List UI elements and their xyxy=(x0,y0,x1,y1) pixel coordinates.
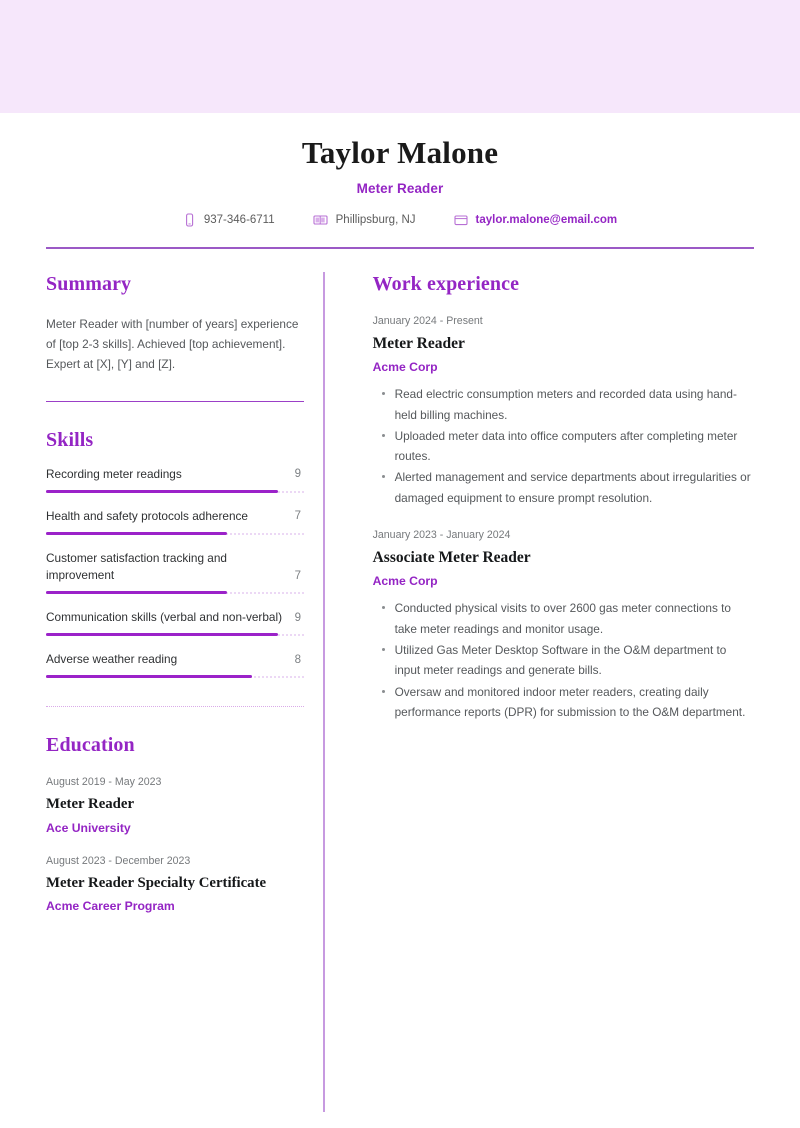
skill-item: Adverse weather reading 8 xyxy=(46,651,304,679)
work-bullet: Conducted physical visits to over 2600 g… xyxy=(381,598,754,639)
work-bullets: Read electric consumption meters and rec… xyxy=(373,384,754,508)
work-experience-heading: Work experience xyxy=(372,272,520,295)
work-title: Meter Reader xyxy=(372,334,465,352)
education-heading: Education xyxy=(46,734,135,757)
right-column: Work experience January 2024 - Present M… xyxy=(325,272,754,1112)
contact-location-text: Phillipsburg, NJ xyxy=(335,214,416,227)
summary-heading: Summary xyxy=(46,272,132,295)
header-divider xyxy=(46,247,754,249)
contact-location: Phillipsburg, NJ xyxy=(313,213,416,227)
work-experience-section: Work experience January 2024 - Present M… xyxy=(373,272,754,722)
resume-page: Taylor Malone Meter Reader 937-346-6711 xyxy=(0,113,800,1112)
skills-section: Skills Recording meter readings 9 Health… xyxy=(46,428,304,708)
education-title: Meter Reader Specialty Certificate xyxy=(46,874,267,891)
contact-row: 937-346-6711 Phillipsburg, NJ taylor.mal… xyxy=(46,213,754,227)
skill-item: Customer satisfaction tracking and impro… xyxy=(46,550,304,595)
education-org: Acme Career Program xyxy=(46,899,175,914)
contact-email-text[interactable]: taylor.malone@email.com xyxy=(476,214,618,226)
skill-score: 9 xyxy=(294,468,301,481)
work-bullet: Utilized Gas Meter Desktop Software in t… xyxy=(381,640,754,681)
education-date: August 2023 - December 2023 xyxy=(46,855,191,868)
skill-name: Adverse weather reading xyxy=(46,652,178,667)
skill-bar xyxy=(46,675,304,679)
skill-name: Health and safety protocols adherence xyxy=(46,509,248,524)
education-item: August 2023 - December 2023 Meter Reader… xyxy=(46,854,301,915)
skill-bar-fill xyxy=(46,633,279,637)
education-date: August 2019 - May 2023 xyxy=(46,776,162,789)
work-item: January 2024 - Present Meter Reader Acme… xyxy=(373,314,754,508)
envelope-icon xyxy=(453,213,468,227)
education-item: August 2019 - May 2023 Meter Reader Ace … xyxy=(46,775,301,836)
education-title: Meter Reader xyxy=(46,796,135,813)
resume-columns: Summary Meter Reader with [number of yea… xyxy=(46,271,754,1112)
skill-bar-fill xyxy=(46,532,227,536)
skill-score: 9 xyxy=(294,611,301,624)
work-date: January 2024 - Present xyxy=(372,314,483,327)
skills-divider xyxy=(46,706,304,708)
skill-item: Health and safety protocols adherence 7 xyxy=(46,508,304,536)
skill-bar xyxy=(46,532,304,536)
skills-list: Recording meter readings 9 Health and sa… xyxy=(46,466,304,679)
education-section: Education August 2019 - May 2023 Meter R… xyxy=(46,733,301,914)
work-date: January 2023 - January 2024 xyxy=(372,528,511,541)
work-title: Associate Meter Reader xyxy=(372,548,531,566)
left-column: Summary Meter Reader with [number of yea… xyxy=(46,272,323,1112)
skill-name: Communication skills (verbal and non-ver… xyxy=(46,610,283,625)
candidate-name: Taylor Malone xyxy=(301,135,499,170)
contact-phone: 937-346-6711 xyxy=(183,213,275,227)
skill-score: 7 xyxy=(294,569,301,582)
map-icon xyxy=(313,213,328,227)
work-bullet: Alerted management and service departmen… xyxy=(381,467,754,508)
summary-text: Meter Reader with [number of years] expe… xyxy=(46,316,299,372)
skill-score: 8 xyxy=(294,653,301,666)
skill-bar xyxy=(46,591,304,595)
work-item: January 2023 - January 2024 Associate Me… xyxy=(373,528,754,722)
skill-score: 7 xyxy=(294,510,301,523)
work-bullet: Oversaw and monitored indoor meter reade… xyxy=(381,682,754,723)
skill-item: Communication skills (verbal and non-ver… xyxy=(46,609,304,637)
skill-name: Customer satisfaction tracking and impro… xyxy=(46,551,227,583)
contact-email[interactable]: taylor.malone@email.com xyxy=(453,213,618,227)
phone-icon xyxy=(183,213,196,227)
summary-section: Summary Meter Reader with [number of yea… xyxy=(46,272,304,402)
resume-header: Taylor Malone Meter Reader 937-346-6711 xyxy=(46,113,754,249)
skill-bar-fill xyxy=(46,490,279,494)
skill-item: Recording meter readings 9 xyxy=(46,466,304,494)
skill-name: Recording meter readings xyxy=(46,466,182,481)
skills-heading: Skills xyxy=(46,428,94,451)
work-org: Acme Corp xyxy=(372,574,438,588)
summary-divider xyxy=(46,400,304,402)
top-banner xyxy=(0,0,800,113)
candidate-job-title: Meter Reader xyxy=(356,181,444,197)
skill-bar xyxy=(46,633,304,637)
skill-bar-fill xyxy=(46,591,227,595)
work-bullet: Read electric consumption meters and rec… xyxy=(381,384,754,425)
work-bullet: Uploaded meter data into office computer… xyxy=(381,426,754,467)
skill-bar xyxy=(46,490,304,494)
education-org: Ace University xyxy=(46,820,131,835)
work-org: Acme Corp xyxy=(372,359,438,374)
work-bullets: Conducted physical visits to over 2600 g… xyxy=(373,598,754,722)
contact-phone-text: 937-346-6711 xyxy=(203,214,275,227)
